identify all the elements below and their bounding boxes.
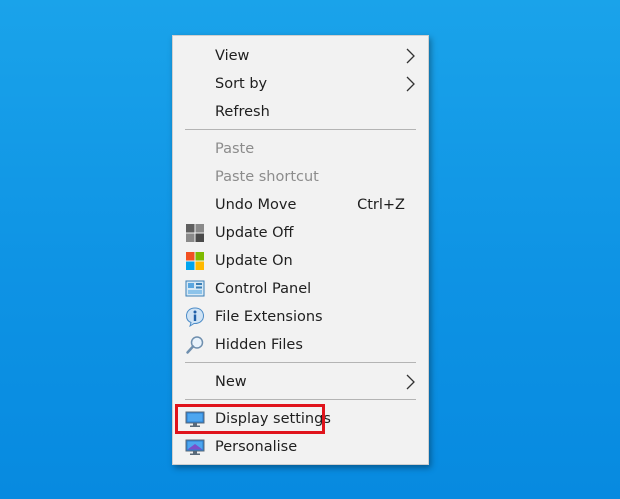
menu-item-label: Hidden Files: [215, 337, 303, 353]
menu-item-label: Update On: [215, 253, 293, 269]
menu-item-label: Paste shortcut: [215, 169, 319, 185]
display-settings-highlight-box: [175, 404, 325, 434]
chevron-right-icon: [406, 48, 415, 64]
menu-item-undo-move[interactable]: Undo Move Ctrl+Z: [173, 191, 428, 219]
menu-item-hidden-files[interactable]: Hidden Files: [173, 331, 428, 359]
menu-item-refresh[interactable]: Refresh: [173, 98, 428, 126]
keyboard-shortcut: Ctrl+Z: [357, 197, 405, 213]
menu-item-label: Control Panel: [215, 281, 312, 297]
menu-item-paste-shortcut: Paste shortcut: [173, 163, 428, 191]
menu-separator: [185, 362, 416, 363]
windows-logo-color-icon: [186, 252, 204, 270]
context-menu: View Sort by Refresh Paste Paste shortcu…: [172, 35, 429, 465]
menu-item-update-off[interactable]: Update Off: [173, 219, 428, 247]
info-icon: [185, 307, 205, 327]
menu-item-label: New: [215, 374, 247, 390]
magnifier-icon: [186, 336, 204, 354]
menu-separator: [185, 129, 416, 130]
menu-item-label: Undo Move: [215, 197, 297, 213]
menu-item-label: Sort by: [215, 76, 268, 92]
menu-item-file-extensions[interactable]: File Extensions: [173, 303, 428, 331]
menu-separator: [185, 399, 416, 400]
menu-item-label: View: [215, 48, 250, 64]
menu-item-update-on[interactable]: Update On: [173, 247, 428, 275]
menu-item-control-panel[interactable]: Control Panel: [173, 275, 428, 303]
menu-item-label: Update Off: [215, 225, 294, 241]
menu-item-sort-by[interactable]: Sort by: [173, 70, 428, 98]
menu-item-label: Refresh: [215, 104, 270, 120]
chevron-right-icon: [406, 76, 415, 92]
menu-item-label: File Extensions: [215, 309, 323, 325]
menu-item-label: Personalise: [215, 439, 298, 455]
chevron-right-icon: [406, 374, 415, 390]
menu-item-paste: Paste: [173, 135, 428, 163]
personalise-icon: [185, 439, 205, 455]
menu-item-view[interactable]: View: [173, 42, 428, 70]
control-panel-icon: [185, 280, 205, 297]
menu-item-new[interactable]: New: [173, 368, 428, 396]
menu-item-label: Paste: [215, 141, 255, 157]
windows-logo-gray-icon: [186, 224, 204, 242]
menu-item-personalise[interactable]: Personalise: [173, 433, 428, 461]
